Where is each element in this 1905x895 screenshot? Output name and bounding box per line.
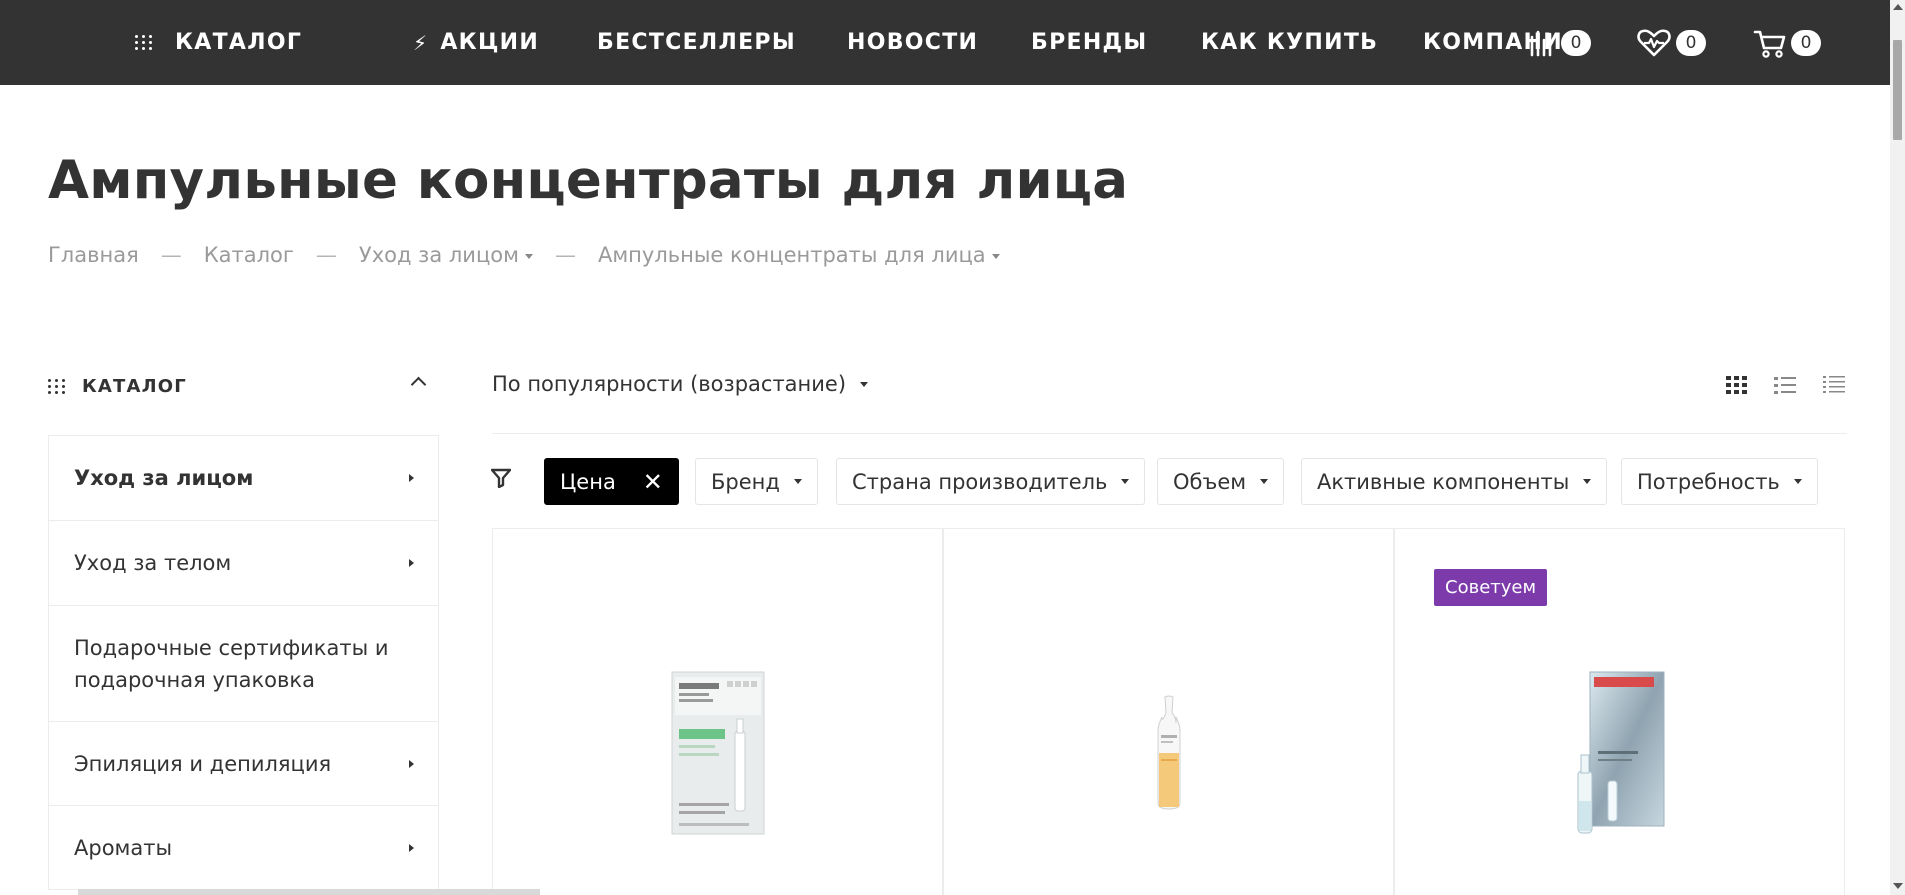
caret-down-icon (793, 479, 802, 484)
caret-down-icon (991, 253, 1000, 259)
nav-how-to-buy-label: КАК КУПИТЬ (1201, 30, 1379, 55)
favorites-count: 0 (1676, 29, 1706, 56)
breadcrumb-separator: — (315, 243, 337, 267)
list-view-icon[interactable] (1773, 374, 1797, 396)
nav-news[interactable]: НОВОСТИ (847, 0, 978, 85)
sidebar-item-label: Ароматы (74, 835, 173, 860)
caret-right-icon (409, 843, 414, 852)
filter-volume-label: Объем (1173, 469, 1247, 494)
caret-down-icon (1583, 479, 1592, 484)
recommended-badge: Советуем (1434, 569, 1548, 606)
single-ampoule-image (1157, 695, 1180, 810)
caret-down-icon (1260, 479, 1269, 484)
filter-price-label: Цена (560, 469, 616, 494)
caret-right-icon (409, 559, 414, 567)
caret-right-icon (409, 759, 414, 768)
breadcrumb-current[interactable]: Ампульные концентраты для лица (598, 243, 1000, 267)
sort-selected-label: По популярности (возрастание) (492, 372, 847, 396)
sidebar-item-face-care[interactable]: Уход за лицом (48, 435, 439, 520)
sidebar-item-epilation[interactable]: Эпиляция и депиляция (48, 721, 439, 805)
compare-button[interactable]: 0 (1527, 0, 1591, 85)
nav-bestsellers[interactable]: БЕСТСЕЛЛЕРЫ (597, 0, 796, 85)
nav-how-to-buy[interactable]: КАК КУПИТЬ (1201, 0, 1378, 85)
nav-brands-label: БРЕНДЫ (1031, 30, 1148, 55)
sidebar-item-body-care[interactable]: Уход за телом (48, 520, 439, 605)
filter-country-chip[interactable]: Страна производитель (836, 458, 1146, 505)
filter-brand-chip[interactable]: Бренд (695, 458, 818, 505)
breadcrumb-face-care-label: Уход за лицом (358, 243, 519, 267)
sidebar-item-fragrances[interactable]: Ароматы (48, 805, 439, 890)
breadcrumb-home[interactable]: Главная (48, 243, 139, 267)
favorites-button[interactable]: 0 (1636, 0, 1706, 85)
breadcrumb-face-care[interactable]: Уход за лицом (359, 243, 533, 267)
close-icon[interactable]: ✕ (628, 459, 678, 504)
filter-need-chip[interactable]: Потребность (1621, 458, 1818, 505)
compare-count: 0 (1561, 29, 1591, 56)
cart-count: 0 (1791, 29, 1821, 56)
page-title: Ампульные концентраты для лица (48, 150, 1129, 211)
compact-list-icon[interactable] (1822, 374, 1846, 396)
grid-menu-icon (135, 35, 153, 50)
filter-ingredients-chip[interactable]: Активные компоненты (1301, 458, 1608, 505)
breadcrumb-separator: — (160, 243, 182, 267)
chevron-up-icon (410, 376, 427, 393)
nav-catalog[interactable]: КАТАЛОГ (135, 0, 302, 85)
filter-volume-chip[interactable]: Объем (1157, 458, 1285, 505)
breadcrumb: Главная — Каталог — Уход за лицом — Ампу… (48, 243, 1000, 267)
page-scrollbar[interactable] (1890, 0, 1905, 895)
scroll-down-arrow-icon[interactable] (1893, 883, 1903, 889)
caret-down-icon (1793, 479, 1802, 484)
top-navigation-bar: КАТАЛОГ ⚡ АКЦИИ БЕСТСЕЛЛЕРЫ НОВОСТИ БРЕН… (0, 0, 1890, 85)
scroll-up-arrow-icon[interactable] (1893, 4, 1903, 10)
filter-brand-label: Бренд (711, 469, 780, 494)
product-card[interactable] (943, 528, 1394, 895)
breadcrumb-catalog[interactable]: Каталог (204, 243, 294, 267)
grid-menu-icon (48, 378, 66, 394)
nav-brands[interactable]: БРЕНДЫ (1031, 0, 1148, 85)
filter-ingredients-label: Активные компоненты (1317, 469, 1570, 494)
nav-news-label: НОВОСТИ (847, 30, 979, 55)
sidebar-item-label: Уход за лицом (74, 466, 254, 490)
sidebar-item-label: Эпиляция и депиляция (74, 751, 332, 776)
filter-need-label: Потребность (1637, 469, 1780, 494)
compare-icon (1530, 30, 1552, 56)
product-card[interactable]: Советуем (1394, 528, 1845, 895)
breadcrumb-current-label: Ампульные концентраты для лица (597, 243, 986, 267)
caret-down-icon (1121, 479, 1130, 484)
sidebar-item-label: Уход за телом (74, 551, 232, 575)
grid-view-icon[interactable] (1725, 374, 1749, 396)
sidebar-heading: КАТАЛОГ (82, 375, 187, 397)
scroll-thumb[interactable] (1893, 40, 1902, 140)
babor-ampoule-box-image (671, 671, 764, 835)
nav-promotions[interactable]: ⚡ АКЦИИ (413, 0, 539, 85)
sort-dropdown[interactable]: По популярности (возрастание) (492, 372, 869, 396)
sidebar-catalog-toggle[interactable]: КАТАЛОГ (48, 370, 427, 402)
biodroga-ampoule-box-image (1577, 671, 1664, 834)
caret-right-icon (409, 474, 414, 482)
sidebar-item-label: Подарочные сертификаты и подарочная упак… (74, 635, 389, 692)
filter-country-label: Страна производитель (852, 469, 1108, 494)
lightning-icon: ⚡ (413, 30, 429, 55)
cart-button[interactable]: 0 (1753, 0, 1821, 85)
divider (492, 433, 1847, 434)
nav-promotions-label: АКЦИИ (440, 30, 540, 55)
heart-icon (1637, 28, 1671, 56)
sidebar-item-gift-certificates[interactable]: Подарочные сертификаты и подарочная упак… (48, 605, 439, 721)
caret-down-icon (524, 253, 533, 259)
caret-down-icon (860, 381, 869, 387)
nav-catalog-label: КАТАЛОГ (175, 30, 303, 55)
nav-bestsellers-label: БЕСТСЕЛЛЕРЫ (597, 30, 796, 55)
breadcrumb-separator: — (554, 243, 576, 267)
cart-icon (1753, 30, 1786, 58)
sidebar-category-list: Уход за лицом Уход за телом Подарочные с… (48, 435, 439, 890)
filter-price-chip[interactable]: Цена ✕ (544, 458, 679, 505)
filter-icon[interactable] (491, 468, 511, 488)
product-card[interactable] (492, 528, 943, 895)
next-row-edge (78, 889, 540, 895)
